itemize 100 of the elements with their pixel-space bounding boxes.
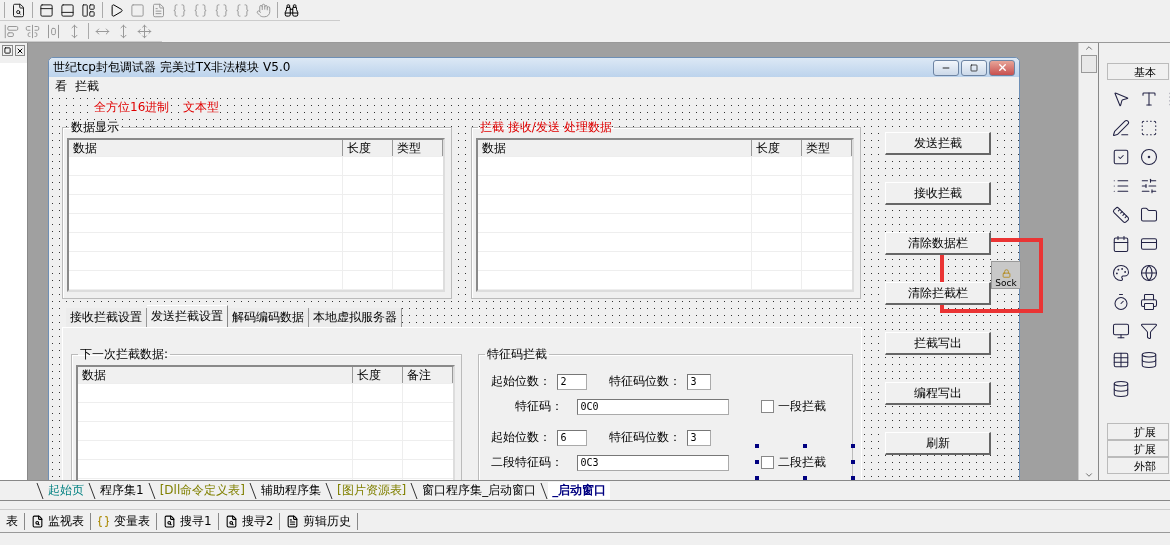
maximize-button[interactable] (2, 45, 13, 56)
checkbox[interactable] (761, 456, 775, 469)
column-header[interactable]: 数据 (69, 140, 343, 157)
form-button[interactable]: 清除拦截栏 (885, 282, 991, 305)
panel-tab[interactable]: 监视表 (25, 512, 91, 530)
form-button[interactable]: 拦截写出 (885, 332, 991, 355)
tab[interactable]: 解码编码数据 (228, 308, 309, 327)
menu-item[interactable]: 看 (55, 77, 67, 95)
funnel-icon[interactable] (1140, 321, 1158, 340)
globe-icon[interactable] (1140, 263, 1158, 282)
form-button[interactable]: 发送拦截 (885, 132, 991, 155)
close-button[interactable] (14, 45, 25, 56)
search-icon (163, 514, 176, 528)
tab[interactable]: 本地虚拟服务器 (309, 308, 402, 327)
field-label: 起始位数： (490, 429, 552, 446)
panel-tab[interactable]: 变量表 (91, 512, 157, 530)
maximize-button[interactable] (961, 59, 987, 76)
document-tab[interactable]: 起始页 (44, 482, 88, 499)
palette-header[interactable]: 外部 (1107, 457, 1169, 474)
database-icon[interactable] (1140, 350, 1158, 369)
column-header[interactable]: 长度 (343, 140, 393, 157)
panel-tab[interactable]: 表 (0, 512, 25, 530)
document-tab[interactable]: _启动窗口 (548, 482, 611, 499)
panel-tab[interactable]: 搜寻1 (157, 512, 219, 530)
pointer-icon[interactable] (1112, 89, 1130, 108)
close-icon (996, 62, 1008, 74)
input-field[interactable]: 0C3 (577, 454, 730, 471)
text-box-icon[interactable] (1140, 89, 1158, 108)
tab-separator (324, 481, 333, 500)
preview-icon[interactable] (11, 2, 26, 18)
field-label: 二段特征码： (490, 454, 564, 471)
group-title: 数据显示 (70, 119, 120, 136)
binoculars-icon[interactable] (284, 2, 299, 18)
database-icon[interactable] (1112, 379, 1130, 398)
folder-icon[interactable] (1140, 205, 1158, 224)
layout-icon[interactable] (39, 2, 54, 18)
printer-icon[interactable] (1140, 292, 1158, 311)
list-view[interactable]: 数据 长度 类型 (67, 138, 445, 292)
column-header[interactable]: 数据 (78, 367, 354, 384)
list-view[interactable]: 数据 长度 类型 (476, 138, 854, 292)
checkbox-label: 二段拦截 (778, 454, 827, 471)
palette-header[interactable]: 扩展 (1107, 423, 1169, 440)
radio-icon[interactable] (1140, 147, 1158, 166)
window-title: 世纪tcp封包调试器 完美过TX非法模块 V5.0 (53, 59, 292, 77)
tab-separator (540, 481, 549, 500)
edit-icon[interactable] (1112, 118, 1130, 137)
form-button[interactable]: 刷新 (885, 432, 991, 455)
panel-tab[interactable]: 搜寻2 (218, 512, 281, 530)
socket-component-icon[interactable]: Sock (991, 261, 1021, 289)
palette-header[interactable]: 基本 (1107, 63, 1169, 80)
table-icon[interactable] (1112, 350, 1130, 369)
form-button[interactable]: 接收拦截 (885, 182, 991, 205)
document-tab[interactable]: 程序集1 (96, 482, 148, 499)
column-header[interactable]: 数据 (478, 140, 752, 157)
tab-separator (147, 481, 156, 500)
document-tab[interactable]: [图片资源表] (332, 482, 411, 499)
input-field[interactable]: 3 (687, 429, 712, 446)
scroll-bar[interactable] (1078, 43, 1098, 480)
column-header[interactable]: 类型 (802, 140, 852, 157)
tab[interactable]: 发送拦截设置 (147, 305, 228, 327)
column-header[interactable]: 长度 (353, 367, 404, 384)
column-header[interactable]: 备注 (403, 367, 454, 384)
input-field[interactable]: 3 (687, 373, 712, 390)
list-view[interactable]: 数据 长度 备注 (76, 365, 456, 480)
palette-header[interactable]: 扩展 (1107, 440, 1169, 457)
tab-separator (248, 481, 257, 500)
frame-icon[interactable] (1140, 118, 1158, 137)
palette-icon[interactable] (1112, 263, 1130, 282)
field-label: 特征码位数： (608, 429, 682, 446)
minimize-button[interactable] (933, 59, 959, 76)
input-field[interactable]: 6 (557, 429, 588, 446)
search-icon (224, 514, 238, 528)
input-field[interactable]: 2 (557, 373, 588, 390)
document-tab[interactable]: [Dll命令定义表] (155, 482, 249, 499)
tab-separator (36, 481, 44, 500)
form-button[interactable]: 清除数据栏 (885, 232, 991, 255)
monitor-icon[interactable] (1112, 321, 1130, 340)
group-title: 特征码拦截 (486, 346, 549, 363)
form-button[interactable]: 编程写出 (885, 382, 991, 405)
checkbox[interactable] (761, 400, 775, 413)
menu-item[interactable]: 拦截 (75, 77, 99, 95)
field-label: 特征码： (514, 398, 564, 415)
braces-icon (97, 514, 110, 528)
panel-tab[interactable]: 剪辑历史 (280, 512, 359, 530)
document-tab[interactable]: 窗口程序集_启动窗口 (418, 482, 541, 499)
document-tab[interactable]: 辅助程序集 (256, 482, 325, 499)
checkbox-icon[interactable] (1112, 147, 1130, 166)
timer-icon[interactable] (1112, 292, 1130, 311)
layout-icon[interactable] (60, 2, 75, 18)
slider-icon[interactable] (1140, 176, 1158, 195)
column-header[interactable]: 长度 (752, 140, 802, 157)
column-header[interactable]: 类型 (393, 140, 443, 157)
layout-icon[interactable] (81, 2, 96, 18)
play-icon[interactable] (109, 2, 124, 18)
group-title: 下一次拦截数据: (79, 346, 170, 363)
tab[interactable]: 接收拦截设置 (66, 308, 147, 327)
calendar-icon[interactable] (1112, 234, 1130, 253)
line-icon[interactable] (1112, 205, 1130, 224)
group-title: 拦截 接收/发送 处理数据 (479, 119, 613, 136)
input-field[interactable]: 0C0 (577, 398, 730, 415)
